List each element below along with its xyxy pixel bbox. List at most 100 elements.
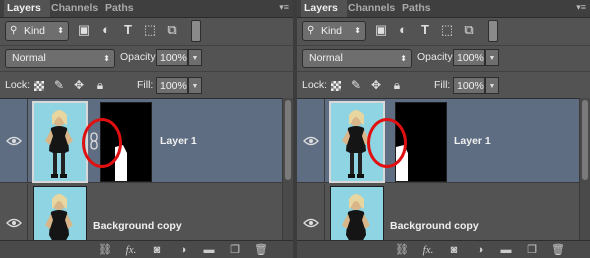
woman-photo-thumbnail	[34, 103, 86, 181]
eye-icon[interactable]	[303, 136, 319, 146]
image-filter-icon[interactable]: ▣	[373, 22, 389, 38]
fill-slider-arrow-icon[interactable]: ▼	[188, 77, 202, 94]
fx-icon[interactable]: fx.	[421, 243, 435, 257]
tab-paths[interactable]: Paths	[399, 0, 439, 17]
eye-icon[interactable]	[6, 136, 22, 146]
blend-mode-select[interactable]: Normal ⬍	[302, 49, 412, 68]
fx-icon[interactable]: fx.	[124, 243, 138, 257]
panel-tab-bar: Layers Channels Paths ▾≡	[0, 0, 293, 18]
adjustment-filter-icon[interactable]: ◐	[98, 22, 114, 38]
layer-row-background-copy[interactable]: Background copy	[297, 184, 580, 243]
add-mask-icon[interactable]: ◙	[150, 243, 164, 257]
filter-row: ⚲ Kind ⬍ ▣ ◐ T ⬚ ⧉	[0, 18, 293, 45]
adjustment-layer-icon[interactable]: ◑	[473, 243, 487, 257]
tab-paths[interactable]: Paths	[102, 0, 142, 17]
shape-filter-icon[interactable]: ⬚	[142, 22, 158, 38]
search-icon: ⚲	[307, 25, 315, 36]
adjustment-layer-icon[interactable]: ◑	[176, 243, 190, 257]
panel-menu-icon[interactable]: ▾≡	[279, 2, 289, 13]
opacity-input[interactable]: 100%	[453, 49, 485, 66]
lock-all-icon[interactable]: 🔒︎	[93, 77, 107, 94]
new-layer-icon[interactable]: ❐	[228, 243, 242, 257]
opacity-slider-arrow-icon[interactable]: ▼	[188, 49, 202, 66]
layer-row-layer-1[interactable]: Layer 1	[297, 99, 580, 183]
fill-input[interactable]: 100%	[453, 77, 485, 94]
filter-kind-select[interactable]: ⚲ Kind ⬍	[302, 21, 366, 41]
layer-name[interactable]: Background copy	[93, 220, 182, 232]
layer-name[interactable]: Layer 1	[160, 135, 197, 147]
opacity-label: Opacity:	[417, 51, 456, 63]
layer-name[interactable]: Background copy	[390, 220, 479, 232]
eye-icon[interactable]	[6, 218, 22, 228]
lock-position-move-icon[interactable]: ✥	[369, 77, 383, 94]
fill-input[interactable]: 100%	[156, 77, 188, 94]
new-group-icon[interactable]: ▬	[499, 243, 513, 257]
lock-position-move-icon[interactable]: ✥	[72, 77, 86, 94]
filter-toggle-icon[interactable]	[191, 20, 201, 42]
eye-icon[interactable]	[303, 218, 319, 228]
image-filter-icon[interactable]: ▣	[76, 22, 92, 38]
adjustment-filter-icon[interactable]: ◐	[395, 22, 411, 38]
layer-list-scrollbar[interactable]	[579, 98, 590, 240]
link-layers-icon[interactable]: ⛓	[98, 243, 112, 257]
trash-icon[interactable]: 🗑︎	[551, 243, 565, 257]
visibility-column	[297, 99, 325, 182]
lock-image-brush-icon[interactable]: ✎	[52, 77, 66, 94]
opacity-input[interactable]: 100%	[156, 49, 188, 66]
blend-mode-select[interactable]: Normal ⬍	[5, 49, 115, 68]
red-annotation-circle	[367, 118, 407, 168]
dropdown-arrow-icon: ⬍	[400, 54, 407, 63]
layer-row-layer-1[interactable]: Layer 1	[0, 99, 283, 183]
opacity-slider-arrow-icon[interactable]: ▼	[485, 49, 499, 66]
lock-transparency-icon[interactable]	[331, 81, 341, 91]
filter-kind-select[interactable]: ⚲ Kind ⬍	[5, 21, 69, 41]
visibility-column	[0, 184, 28, 241]
filter-row: ⚲ Kind ⬍ ▣ ◐ T ⬚ ⧉	[297, 18, 590, 45]
dropdown-arrow-icon: ⬍	[103, 54, 110, 63]
new-group-icon[interactable]: ▬	[202, 243, 216, 257]
add-mask-icon[interactable]: ◙	[447, 243, 461, 257]
blend-row: Normal ⬍ Opacity: 100% ▼	[297, 46, 590, 70]
filter-toggle-icon[interactable]	[488, 20, 498, 42]
panel-menu-icon[interactable]: ▾≡	[576, 2, 586, 13]
shape-filter-icon[interactable]: ⬚	[439, 22, 455, 38]
fill-label: Fill:	[137, 79, 154, 91]
filter-kind-label: Kind	[321, 25, 343, 37]
layer-thumbnail[interactable]	[32, 101, 88, 183]
lock-image-brush-icon[interactable]: ✎	[349, 77, 363, 94]
type-filter-icon[interactable]: T	[120, 22, 136, 38]
tab-layers[interactable]: Layers	[4, 0, 50, 17]
layer-thumbnail[interactable]	[33, 186, 87, 243]
scrollbar-thumb[interactable]	[582, 100, 588, 180]
layer-thumbnail[interactable]	[330, 186, 384, 243]
opacity-label: Opacity:	[120, 51, 159, 63]
divider	[297, 71, 590, 72]
lock-all-icon[interactable]: 🔒︎	[390, 77, 404, 94]
layer-row-background-copy[interactable]: Background copy	[0, 184, 283, 243]
divider	[0, 71, 293, 72]
blend-mode-value: Normal	[12, 52, 46, 64]
layers-panel-before: Layers Channels Paths ▾≡ ⚲ Kind ⬍ ▣ ◐ T …	[0, 0, 293, 258]
tab-layers[interactable]: Layers	[301, 0, 347, 17]
lock-row: Lock: ✎ ✥ 🔒︎ Fill: 100% ▼	[0, 73, 293, 98]
new-layer-icon[interactable]: ❐	[525, 243, 539, 257]
search-icon: ⚲	[10, 25, 18, 36]
lock-transparency-icon[interactable]	[34, 81, 44, 91]
layer-list: Layer 1 Background copy	[0, 98, 283, 243]
smart-object-filter-icon[interactable]: ⧉	[164, 22, 180, 38]
layers-panel-after: Layers Channels Paths ▾≡ ⚲ Kind ⬍ ▣ ◐ T …	[297, 0, 590, 258]
trash-icon[interactable]: 🗑︎	[254, 243, 268, 257]
type-filter-icon[interactable]: T	[417, 22, 433, 38]
link-layers-icon[interactable]: ⛓	[395, 243, 409, 257]
fill-slider-arrow-icon[interactable]: ▼	[485, 77, 499, 94]
tab-channels[interactable]: Channels	[345, 0, 401, 17]
dropdown-arrow-icon: ⬍	[57, 26, 64, 35]
blend-mode-value: Normal	[309, 52, 343, 64]
layer-list: Layer 1 Background copy	[297, 98, 580, 243]
layer-name[interactable]: Layer 1	[454, 135, 491, 147]
scrollbar-thumb[interactable]	[285, 100, 291, 180]
tab-channels[interactable]: Channels	[48, 0, 104, 17]
lock-row: Lock: ✎ ✥ 🔒︎ Fill: 100% ▼	[297, 73, 590, 98]
layer-list-scrollbar[interactable]	[282, 98, 293, 240]
smart-object-filter-icon[interactable]: ⧉	[461, 22, 477, 38]
